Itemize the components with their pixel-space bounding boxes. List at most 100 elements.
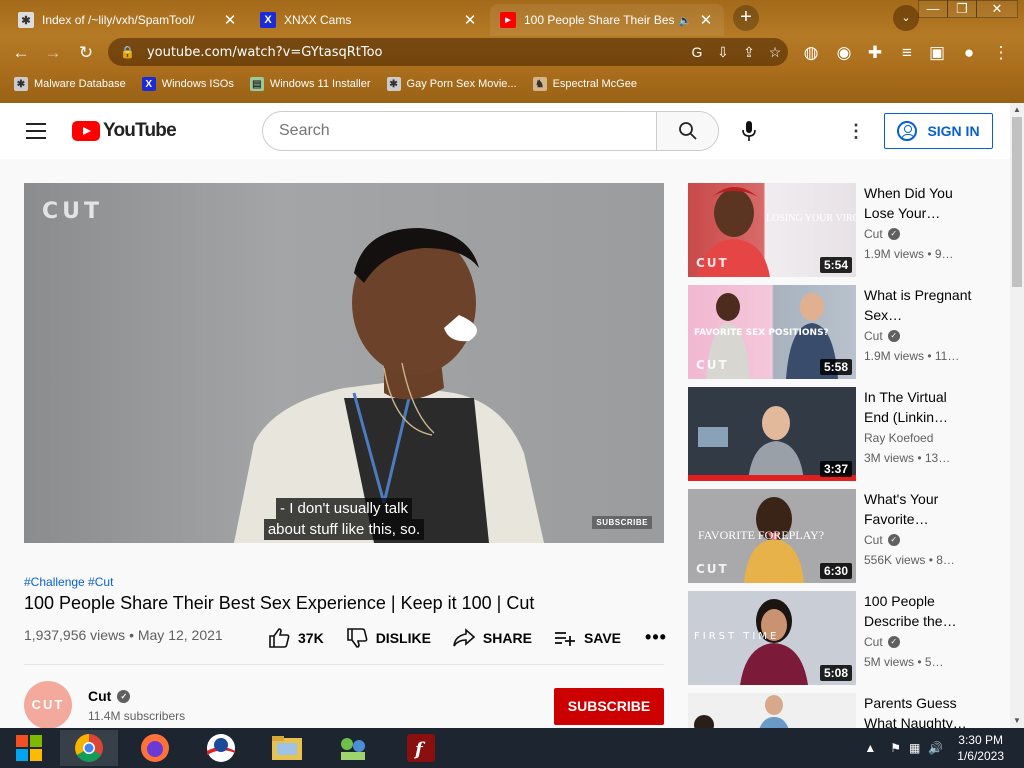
video-thumbnail[interactable]: FIRST TIME 5:08: [688, 591, 856, 685]
user-icon: [897, 121, 918, 141]
taskbar-network-app[interactable]: [324, 730, 382, 766]
bookmark-espectral-mcgee[interactable]: ♞ Espectral McGee: [532, 77, 637, 91]
recommendation-item[interactable]: LOSING YOUR VIRGINITY CUT 5:54 When Did …: [688, 183, 988, 277]
close-icon[interactable]: ✕: [698, 11, 714, 29]
menu-icon[interactable]: [26, 123, 46, 139]
youtube-icon: ▶: [500, 12, 516, 28]
recommendation-title[interactable]: 100 People Describe the…: [864, 591, 974, 631]
network-icon[interactable]: ▦: [909, 741, 920, 755]
profile-extension-icon[interactable]: ◉: [833, 42, 855, 64]
recommendation-item[interactable]: FAVORITE FOREPLAY? CUT 6:30 What's Your …: [688, 489, 988, 583]
side-panel-icon[interactable]: ▣: [926, 42, 948, 64]
scrollbar-thumb[interactable]: [1012, 117, 1022, 287]
bookmark-windows-isos[interactable]: X Windows ISOs: [141, 77, 234, 91]
chrome-menu-icon[interactable]: ⋮: [990, 42, 1012, 64]
recommendation-title[interactable]: What is Pregnant Sex…: [864, 285, 974, 325]
recommendation-item[interactable]: Parents Guess What Naughty…: [688, 693, 988, 728]
bookmark-label: Malware Database: [34, 78, 126, 90]
thumbnail-caption: FIRST TIME: [694, 631, 779, 642]
close-icon[interactable]: ✕: [462, 11, 478, 29]
tab-title: 100 People Share Their Best: [524, 13, 675, 27]
address-bar[interactable]: 🔒 youtube.com/watch?v=GYtasqRtToo G ⇩ ⇪ …: [108, 38, 788, 66]
back-button[interactable]: ←: [10, 42, 32, 64]
recommendation-item[interactable]: FIRST TIME 5:08 100 People Describe the……: [688, 591, 988, 685]
show-hidden-icons-arrow[interactable]: ▲: [864, 741, 876, 755]
video-thumbnail[interactable]: FAVORITE FOREPLAY? CUT 6:30: [688, 489, 856, 583]
google-lens-icon[interactable]: G: [684, 44, 710, 60]
voice-search-button[interactable]: [734, 115, 764, 147]
bookmark-malware-database[interactable]: ✱ Malware Database: [14, 77, 126, 91]
close-icon[interactable]: ✕: [222, 11, 238, 29]
scroll-up-arrow-icon[interactable]: ▲: [1010, 103, 1024, 117]
minimize-button[interactable]: —: [918, 0, 948, 18]
like-button[interactable]: 37K: [268, 627, 324, 648]
settings-menu-icon[interactable]: ⋮: [846, 121, 866, 141]
scroll-down-arrow-icon[interactable]: ▼: [1010, 714, 1024, 728]
close-window-button[interactable]: ✕: [976, 0, 1018, 18]
video-duration: 6:30: [819, 563, 852, 579]
speaker-icon[interactable]: 🔈: [678, 14, 692, 27]
recommendation-item[interactable]: FAVORITE SEX POSITIONS? CUT 5:58 What is…: [688, 285, 988, 379]
reload-button[interactable]: ↻: [75, 42, 97, 64]
youtube-logo[interactable]: YouTube: [72, 120, 177, 142]
recommendation-title[interactable]: In The Virtual End (Linkin…: [864, 387, 974, 427]
video-hashtags[interactable]: #Challenge #Cut: [24, 575, 113, 589]
video-duration: 5:54: [819, 257, 852, 273]
install-icon[interactable]: ⇩: [710, 44, 736, 61]
video-thumbnail[interactable]: [688, 693, 856, 728]
taskbar-flash[interactable]: f: [392, 730, 450, 766]
more-actions-button[interactable]: •••: [645, 627, 667, 648]
spider-icon: ✱: [14, 77, 28, 91]
search-input[interactable]: [263, 112, 656, 150]
video-thumbnail[interactable]: 3:37: [688, 387, 856, 481]
bookmark-label: Windows ISOs: [161, 78, 234, 90]
page-scrollbar[interactable]: ▲ ▼: [1010, 103, 1024, 728]
dislike-button[interactable]: DISLIKE: [346, 627, 431, 648]
share-icon[interactable]: ⇪: [736, 44, 762, 61]
subscribe-button[interactable]: SUBSCRIBE: [554, 688, 664, 725]
tab-xnxx[interactable]: X XNXX Cams ✕: [250, 4, 488, 36]
video-player[interactable]: CUT - I don't usually talk about stuff l…: [24, 183, 664, 543]
tab-search-button[interactable]: ⌄: [893, 5, 919, 31]
profile-avatar-icon[interactable]: ●: [958, 42, 980, 64]
video-thumbnail[interactable]: LOSING YOUR VIRGINITY CUT 5:54: [688, 183, 856, 277]
taskbar-file-explorer[interactable]: [258, 730, 316, 766]
video-duration: 5:08: [819, 665, 852, 681]
channel-name-row[interactable]: Cut ✓: [88, 688, 131, 704]
browser-frame: ✱ Index of /~lily/vxh/SpamTool/ ✕ X XNXX…: [0, 0, 1024, 103]
sign-in-button[interactable]: SIGN IN: [884, 113, 993, 149]
maximize-button[interactable]: ❐: [947, 0, 977, 18]
taskbar-obama-app[interactable]: [192, 730, 250, 766]
forward-button[interactable]: →: [42, 42, 64, 64]
taskbar-firefox[interactable]: [126, 730, 184, 766]
recommendation-title[interactable]: Parents Guess What Naughty…: [864, 693, 974, 728]
channel-avatar[interactable]: CUT: [24, 681, 72, 728]
caption-line-1: - I don't usually talk: [276, 498, 412, 519]
bookmark-windows-11-installer[interactable]: ▤ Windows 11 Installer: [249, 77, 371, 91]
save-button[interactable]: SAVE: [554, 628, 621, 648]
clock[interactable]: 3:30 PM 1/6/2023: [957, 732, 1004, 764]
bookmark-label: Espectral McGee: [552, 78, 637, 90]
search-button[interactable]: [656, 112, 718, 150]
dislike-label: DISLIKE: [375, 629, 431, 646]
subscriber-count: 11.4M subscribers: [88, 709, 186, 723]
video-thumbnail[interactable]: FAVORITE SEX POSITIONS? CUT 5:58: [688, 285, 856, 379]
share-button[interactable]: SHARE: [453, 627, 532, 648]
tab-youtube[interactable]: ▶ 100 People Share Their Best 🔈 ✕: [490, 4, 724, 36]
tab-spamtool[interactable]: ✱ Index of /~lily/vxh/SpamTool/ ✕: [8, 4, 248, 36]
recommendation-title[interactable]: When Did You Lose Your…: [864, 183, 974, 223]
bookmark-star-icon[interactable]: ☆: [762, 44, 788, 61]
recommendation-item[interactable]: 3:37 In The Virtual End (Linkin… Ray Koe…: [688, 387, 988, 481]
action-center-flag-icon[interactable]: ⚑: [890, 741, 901, 755]
new-tab-button[interactable]: +: [733, 5, 759, 31]
volume-icon[interactable]: 🔊: [928, 741, 943, 755]
start-button[interactable]: [0, 730, 58, 766]
subscribe-watermark[interactable]: SUBSCRIBE: [592, 516, 652, 529]
microphone-icon: [742, 121, 756, 141]
extensions-icon[interactable]: ✚: [864, 42, 886, 64]
bookmark-movie[interactable]: ✱ Gay Porn Sex Movie...: [386, 77, 517, 91]
flag-extension-icon[interactable]: ◍: [800, 42, 822, 64]
recommendation-title[interactable]: What's Your Favorite…: [864, 489, 974, 529]
taskbar-chrome[interactable]: [60, 730, 118, 766]
media-control-icon[interactable]: ≡: [896, 42, 918, 64]
